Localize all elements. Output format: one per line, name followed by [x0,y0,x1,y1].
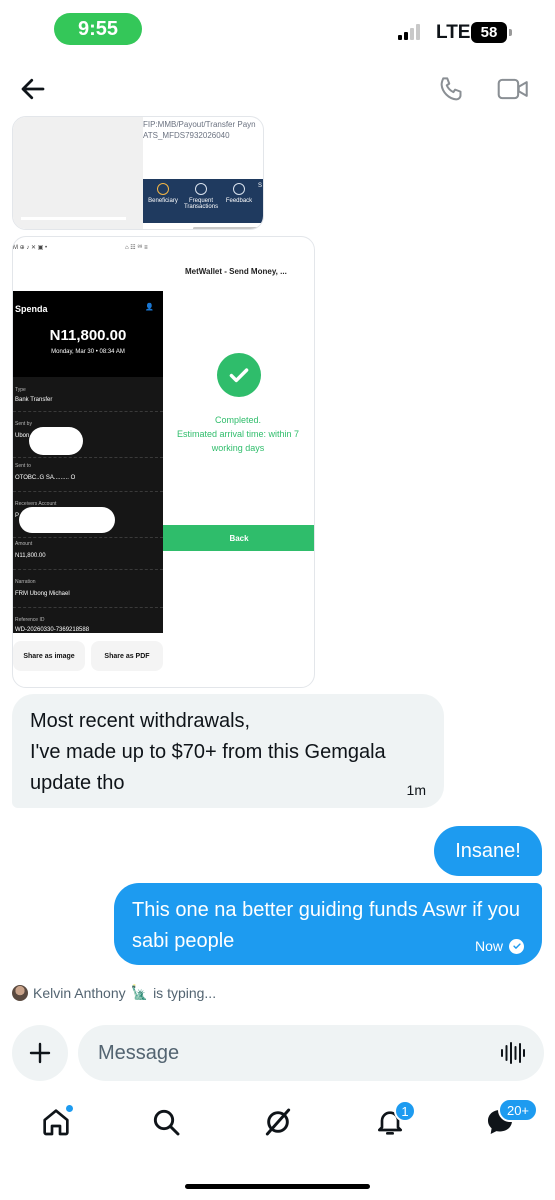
conversation-header [0,62,555,118]
add-attachment-button[interactable] [12,1025,68,1081]
success-check-icon [217,353,261,397]
receipt-value: N11,800.00 [15,553,46,559]
image-attachment[interactable]: FIP:MMB/Payout/Transfer Payn ATS_MFDS793… [12,116,264,230]
receipt-value: Ubon [15,433,30,439]
grok-icon [265,1108,291,1136]
battery-indicator: 58 [471,22,512,43]
transfer-reference: FIP:MMB/Payout/Transfer Payn ATS_MFDS793… [143,120,256,140]
read-receipt-icon [509,938,524,954]
plus-icon [29,1042,51,1064]
receipt-label: Type [15,387,26,393]
typing-status: is typing... [153,984,217,1001]
receipt-value: WD-20260330-7369218588 [15,627,90,633]
receipt-details: Type Bank Transfer Sent by Ubon Sent to … [13,377,163,633]
receipt-label: Amount [15,541,33,547]
redaction-blob [29,427,83,455]
receipt-panel: Spenda 👤 N11,800.00 Monday, Mar 30 • 08:… [13,291,163,633]
sent-message-bubble[interactable]: This one na better guiding funds Aswr if… [114,883,542,965]
video-icon[interactable] [497,76,529,102]
typing-user-name: Kelvin Anthony [33,984,126,1001]
received-message-bubble[interactable]: Most recent withdrawals, I've made up to… [12,694,444,808]
back-arrow-icon[interactable] [18,74,48,104]
message-meta: Now [475,938,524,954]
receipt-label: Sent by [15,421,32,427]
receipt-value: Bank Transfer [15,397,53,403]
notifications-badge: 1 [394,1100,416,1122]
receipt-value: FRM Ubong Michael [15,591,70,597]
divider [13,457,163,458]
embedded-status-left: M ⊕ ♪ ✕ ▣ • [13,245,48,251]
search-icon [153,1109,180,1136]
status-time: 9:55 [54,13,142,45]
beneficiary-tab: Beneficiary [145,183,181,204]
receipt-label: Sent to [15,463,31,469]
feedback-tab: Feedback [221,183,257,204]
receipt-label: Narration [15,579,36,585]
message-text: This one na better guiding funds Aswr if… [132,899,521,952]
message-input[interactable] [98,1039,478,1067]
share-as-pdf-button: Share as PDF [91,641,163,671]
grok-tab[interactable] [262,1106,296,1140]
signal-icon [398,24,420,40]
notifications-tab[interactable]: 1 [374,1100,416,1140]
message-text: Insane! [455,839,521,862]
typing-indicator: Kelvin Anthony 🗽 is typing... [12,984,216,1001]
messages-badge: 20+ [498,1098,538,1122]
receipt-brand: Spenda [15,304,48,314]
beneficiary-icon [157,183,169,195]
scroll-indicator [193,227,261,229]
divider [13,491,163,492]
avatar [12,984,28,1001]
status-bar: 9:55 LTE 58 [0,0,555,60]
image-placeholder [13,117,143,229]
bank-app-nav: Beneficiary Frequent Transactions Feedba… [143,179,263,223]
message-timestamp: 1m [406,782,426,798]
back-button: Back [163,525,314,551]
network-type: LTE [436,22,471,43]
redaction-blob [19,507,115,533]
receipt-label: Reference ID [15,617,45,623]
image-strip [21,217,126,220]
message-text: Most recent withdrawals, I've made up to… [30,710,386,794]
divider [13,607,163,608]
embedded-app-title: MetWallet - Send Money, ... [185,267,287,276]
home-tab[interactable] [40,1104,74,1140]
divider [13,569,163,570]
messages-tab[interactable]: 20+ [484,1098,538,1140]
home-indicator [185,1184,370,1189]
statue-of-liberty-icon: 🗽 [130,984,149,1000]
heart-icon [195,183,207,195]
divider [13,537,163,538]
receipt-amount: N11,800.00 [49,327,127,344]
receipt-value: OTOBC..G SA......... O [15,475,76,481]
voice-message-icon[interactable] [500,1041,526,1065]
completed-message: Completed. Estimated arrival time: withi… [176,415,300,453]
receipt-image-attachment[interactable]: M ⊕ ♪ ✕ ▣ • ⌂ ☷ ⁸⁸ ≡ MetWallet - Send Mo… [12,236,315,688]
receipt-date: Monday, Mar 30 • 08:34 AM [51,349,125,355]
message-timestamp: Now [474,938,503,954]
sent-message-bubble[interactable]: Insane! [434,826,542,876]
bottom-navigation: 1 20+ [0,1098,555,1150]
search-tab[interactable] [150,1106,184,1140]
more-tab: S [257,183,262,189]
account-icon: 👤 [145,304,154,311]
feedback-icon [233,183,245,195]
message-composer [78,1025,544,1081]
home-notification-dot [65,1104,74,1113]
embedded-status-right: ⌂ ☷ ⁸⁸ ≡ [125,245,148,251]
frequent-transactions-tab: Frequent Transactions [183,183,219,210]
share-as-image-button: Share as image [13,641,85,671]
divider [13,411,163,412]
phone-icon[interactable] [437,74,467,104]
